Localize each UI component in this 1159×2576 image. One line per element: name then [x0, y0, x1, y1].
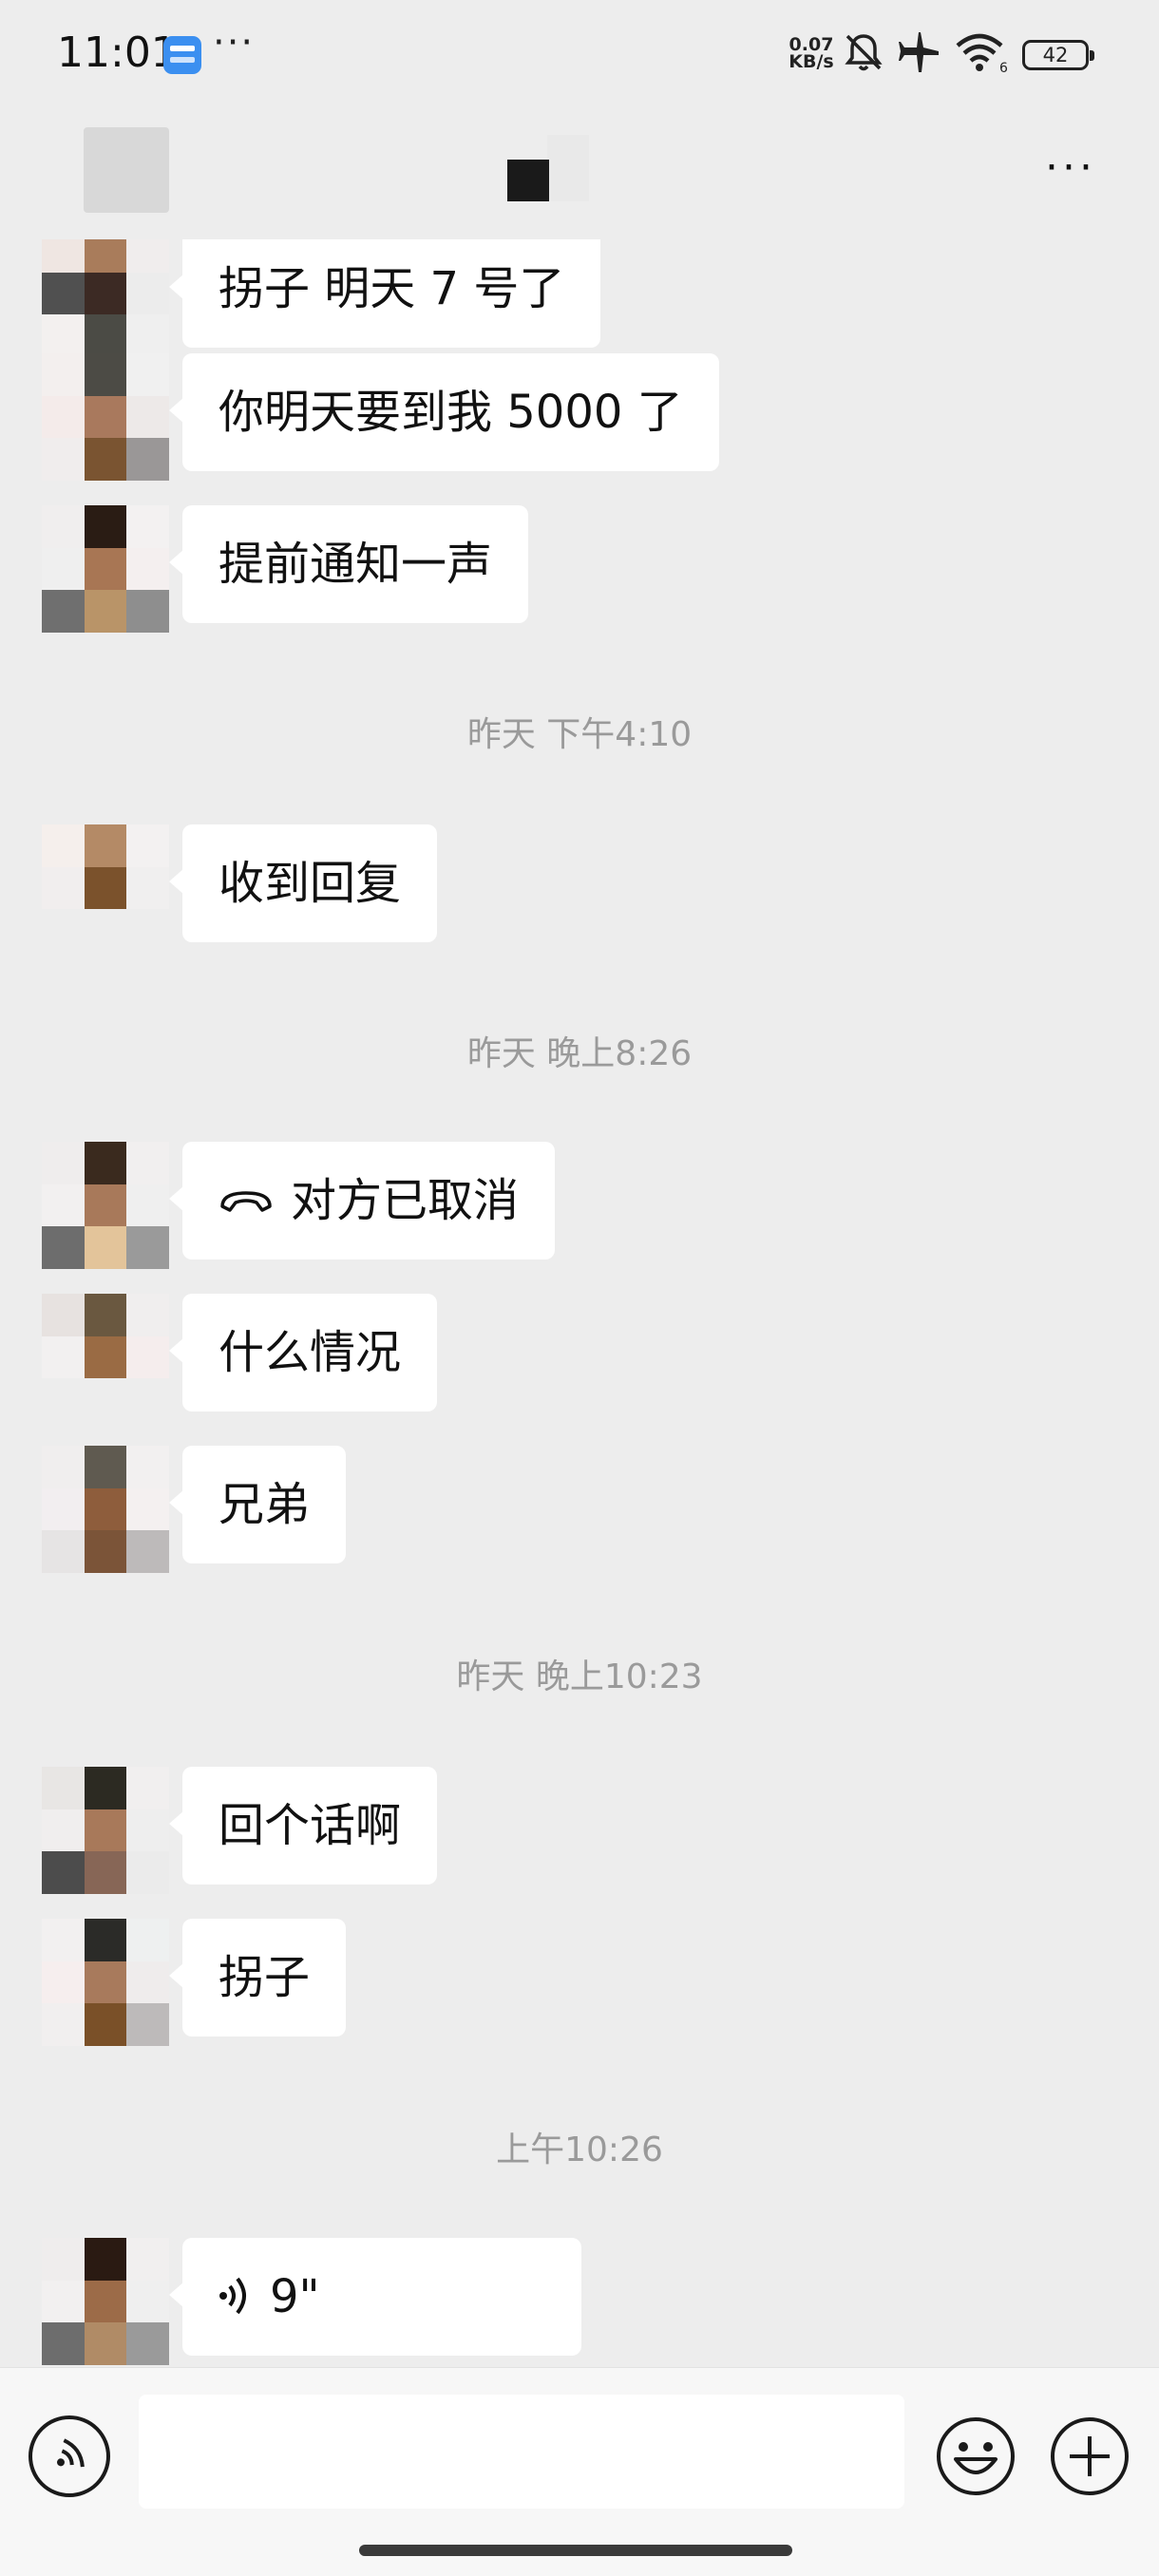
more-notifications-icon: ··· — [213, 21, 256, 65]
timestamp: 昨天 晚上10:23 — [456, 1657, 703, 1696]
message-bubble[interactable]: 拐子 明天 7 号了 — [168, 239, 601, 348]
contact-name-blur — [547, 135, 589, 201]
contact-avatar[interactable] — [42, 1767, 169, 1894]
message-bubble[interactable]: 什么情况 — [168, 1294, 438, 1411]
chat-header: ··· — [0, 106, 1159, 239]
chat-screen: 11:01 ··· 0.07 KB/s 6 42 ··· 拐子 明天 7 号了 … — [0, 0, 1159, 2576]
voice-message-bubble[interactable]: 9" — [169, 2238, 581, 2356]
contact-avatar[interactable] — [42, 505, 169, 633]
call-status-text: 对方已取消 — [291, 1174, 520, 1227]
mute-bell-icon — [845, 34, 883, 71]
wifi-icon: 6 — [956, 33, 1008, 74]
network-speed-unit: KB/s — [788, 51, 834, 72]
timestamp: 上午10:26 — [496, 2131, 663, 2169]
contact-avatar[interactable] — [42, 353, 169, 481]
message-bubble[interactable]: 兄弟 — [168, 1446, 347, 1563]
message-list[interactable]: 拐子 明天 7 号了 你明天要到我 5000 了 提前通知一声 昨天 下午4:1… — [0, 239, 1159, 2367]
contact-avatar[interactable] — [42, 1919, 169, 2046]
more-options-icon[interactable]: ··· — [1045, 147, 1096, 189]
message-bubble[interactable]: 你明天要到我 5000 了 — [169, 353, 719, 471]
voice-wave-icon — [219, 2277, 246, 2315]
timestamp: 昨天 下午4:10 — [466, 715, 693, 754]
battery-icon: 42 — [1022, 40, 1094, 70]
contact-avatar[interactable] — [42, 1294, 169, 1421]
airplane-mode-icon — [899, 32, 939, 72]
back-area-blurred[interactable] — [84, 127, 169, 213]
notification-app-icon — [163, 36, 201, 74]
contact-avatar[interactable] — [42, 1142, 169, 1269]
plus-icon[interactable] — [1049, 2415, 1130, 2497]
contact-avatar[interactable] — [42, 1446, 169, 1573]
contact-avatar[interactable] — [42, 239, 169, 357]
voice-input-button[interactable] — [28, 2415, 110, 2497]
status-time: 11:01 — [57, 28, 178, 77]
network-speed: 0.07 KB/s — [785, 36, 838, 72]
message-input[interactable] — [139, 2395, 904, 2509]
home-indicator[interactable] — [359, 2545, 792, 2556]
call-record-bubble[interactable]: 对方已取消 — [168, 1142, 556, 1260]
contact-name-redacted — [507, 160, 549, 201]
voice-input-icon — [56, 2438, 85, 2468]
svg-text:6: 6 — [999, 61, 1008, 74]
status-bar: 11:01 ··· 0.07 KB/s 6 42 — [0, 0, 1159, 106]
message-bubble[interactable]: 提前通知一声 — [168, 505, 529, 623]
contact-avatar[interactable] — [42, 824, 169, 952]
message-bubble[interactable]: 回个话啊 — [168, 1767, 438, 1885]
message-bubble[interactable]: 收到回复 — [168, 824, 438, 942]
emoji-icon[interactable] — [935, 2415, 1016, 2497]
voice-duration: 9" — [270, 2270, 320, 2323]
timestamp: 昨天 晚上8:26 — [466, 1034, 693, 1073]
contact-avatar[interactable] — [42, 2238, 169, 2365]
message-bubble[interactable]: 拐子 — [168, 1919, 347, 2036]
call-declined-icon — [220, 1191, 272, 1212]
